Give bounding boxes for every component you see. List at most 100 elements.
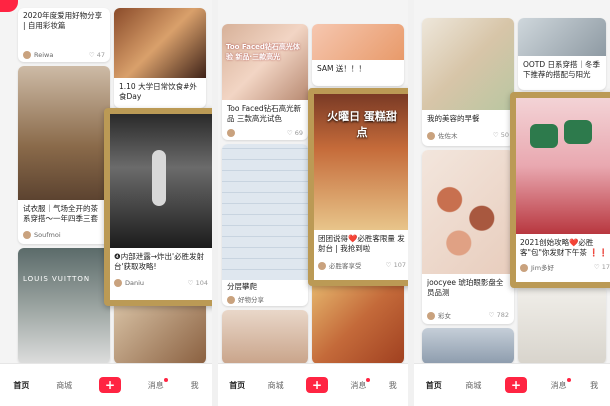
card-title: 试衣服｜气场全开的茶系穿搭～一年四季三套	[23, 204, 98, 223]
post-button[interactable]: +	[504, 377, 527, 393]
feed-card[interactable]	[114, 300, 206, 364]
tab-mall[interactable]: 商城	[268, 380, 284, 391]
tab-me[interactable]: 我	[389, 380, 397, 391]
like-count: 782	[496, 311, 509, 319]
bag-shape	[530, 124, 558, 148]
heart-icon: ♡	[88, 51, 95, 59]
card-title: SAM 送！！！	[317, 64, 366, 73]
phone-screen-1: 2020年度爱用好物分享 | 自用彩妆篇 Reiwa ♡ 47 1.10 大学日…	[0, 0, 212, 406]
like-count: 104	[195, 279, 208, 287]
card-user: 好物分享	[238, 296, 264, 304]
card-user: Reiwa	[34, 51, 54, 59]
card-title: LOUIS VUITTON	[23, 275, 91, 283]
bottom-tab-bar: 首页 商城 + 消息 我	[218, 363, 408, 406]
post-button[interactable]: +	[98, 377, 121, 393]
card-image	[422, 18, 514, 110]
feed-card[interactable]: 试衣服｜气场全开的茶系穿搭～一年四季三套 Soufmoi	[18, 66, 110, 244]
heart-icon: ♡	[286, 129, 293, 137]
avatar	[318, 262, 326, 270]
card-image	[114, 300, 206, 364]
heart-icon: ♡	[488, 311, 495, 319]
feed-card[interactable]	[222, 310, 308, 364]
tab-messages[interactable]: 消息	[148, 377, 168, 391]
featured-user: Jim多好	[531, 264, 555, 272]
featured-user: Daniu	[125, 279, 145, 287]
heart-icon: ♡	[187, 279, 194, 287]
card-title: 分层攀爬	[227, 282, 257, 291]
avatar	[227, 296, 235, 304]
like-count: 69	[294, 129, 303, 137]
feed-card[interactable]: 2020年度爱用好物分享 | 自用彩妆篇 Reiwa ♡ 47	[18, 8, 110, 62]
card-image	[518, 286, 606, 364]
featured-title: 团团说得❤️必胜客限量 发射台 | 我抢到啦	[318, 234, 405, 253]
card-image	[312, 24, 404, 60]
like-count: 17	[601, 263, 610, 271]
card-title: Too Faced钻石高光新品 三款高光试色	[227, 104, 302, 123]
card-image: Too Faced钻石高光体验 新品·三款高光	[222, 24, 308, 100]
tab-mall[interactable]: 商城	[56, 380, 72, 391]
avatar	[114, 279, 122, 287]
featured-card[interactable]: 火曜日 蛋糕甜点 团团说得❤️必胜客限量 发射台 | 我抢到啦 必胜客享受 ♡ …	[308, 88, 408, 286]
feed-card[interactable]: Too Faced钻石高光体验 新品·三款高光 Too Faced钻石高光新品 …	[222, 24, 308, 140]
featured-title: 2021创始攻略❤️必胜客"包"你发财下午茶 ❗❗	[520, 238, 608, 257]
featured-card[interactable]: 2021创始攻略❤️必胜客"包"你发财下午茶 ❗❗ Jim多好 ♡ 17	[510, 92, 610, 288]
feed-card[interactable]: joocyee 琥珀眼影盘全员品测 彩女 ♡ 782	[422, 150, 514, 324]
person-figure	[152, 150, 166, 206]
phone-screen-3: 我的美容的早餐 佐佐木 ♡ 50 OOTD 日系穿搭｜冬季下推荐的搭配与阳光 j…	[414, 0, 610, 406]
like-count: 50	[500, 131, 509, 139]
bottom-tab-bar: 首页 商城 + 消息 我	[0, 363, 212, 406]
tab-me[interactable]: 我	[590, 380, 598, 391]
bottom-tab-bar: 首页 商城 + 消息 我	[414, 363, 610, 406]
tab-home[interactable]: 首页	[229, 380, 245, 391]
card-image	[18, 248, 110, 364]
featured-user: 必胜客享受	[329, 262, 362, 270]
avatar	[23, 51, 31, 59]
bag-shape	[564, 120, 592, 144]
tab-messages[interactable]: 消息	[551, 377, 571, 391]
feed-card[interactable]: LOUIS VUITTON	[18, 248, 110, 364]
feed-card[interactable]	[422, 328, 514, 364]
tab-home[interactable]: 首页	[426, 380, 442, 391]
feed-card[interactable]	[312, 280, 404, 364]
feed-card[interactable]: SAM 送！！！	[312, 24, 404, 86]
card-title: OOTD 日系穿搭｜冬季下推荐的搭配与阳光	[523, 60, 601, 79]
card-image	[518, 18, 606, 56]
avatar	[23, 231, 31, 239]
like-count: 47	[96, 51, 105, 59]
tab-mall[interactable]: 商城	[465, 380, 481, 391]
card-title: 我的美容的早餐	[427, 114, 480, 123]
heart-icon: ♡	[593, 263, 600, 271]
featured-card[interactable]: ❹内部泄露→炸出'必胜发射台'获取攻略! Daniu ♡ 104	[104, 108, 212, 306]
featured-banner: 火曜日 蛋糕甜点	[327, 110, 397, 139]
featured-title: ❹内部泄露→炸出'必胜发射台'获取攻略!	[114, 252, 205, 271]
card-image	[222, 310, 308, 364]
card-image	[222, 144, 308, 280]
card-user: Soufmoi	[34, 231, 61, 239]
feed-card[interactable]: 分层攀爬 好物分享	[222, 144, 308, 306]
card-title: 2020年度爱用好物分享 | 自用彩妆篇	[23, 11, 103, 30]
tab-home[interactable]: 首页	[13, 380, 29, 391]
avatar	[520, 264, 528, 272]
card-image	[422, 150, 514, 274]
tab-me[interactable]: 我	[191, 380, 199, 391]
card-image	[110, 114, 212, 248]
feed-card[interactable]	[518, 286, 606, 364]
heart-icon: ♡	[385, 261, 392, 269]
phone-screen-2: Too Faced钻石高光体验 新品·三款高光 Too Faced钻石高光新品 …	[218, 0, 408, 406]
avatar	[227, 129, 235, 137]
heart-icon: ♡	[492, 131, 499, 139]
post-button[interactable]: +	[305, 377, 328, 393]
brand-logo	[0, 0, 18, 12]
feed-card[interactable]: 1.10 大学日常饮食#外食Day	[114, 8, 206, 108]
card-title: 1.10 大学日常饮食#外食Day	[119, 82, 197, 101]
avatar	[427, 312, 435, 320]
avatar	[427, 132, 435, 140]
feed-card[interactable]: OOTD 日系穿搭｜冬季下推荐的搭配与阳光	[518, 18, 606, 90]
tab-messages[interactable]: 消息	[350, 377, 371, 391]
like-count: 107	[393, 261, 406, 269]
feed-card[interactable]: 我的美容的早餐 佐佐木 ♡ 50	[422, 18, 514, 146]
card-image: 火曜日 蛋糕甜点	[314, 94, 408, 230]
card-image	[18, 66, 110, 200]
card-image	[312, 280, 404, 364]
card-user: 佐佐木	[438, 132, 458, 140]
